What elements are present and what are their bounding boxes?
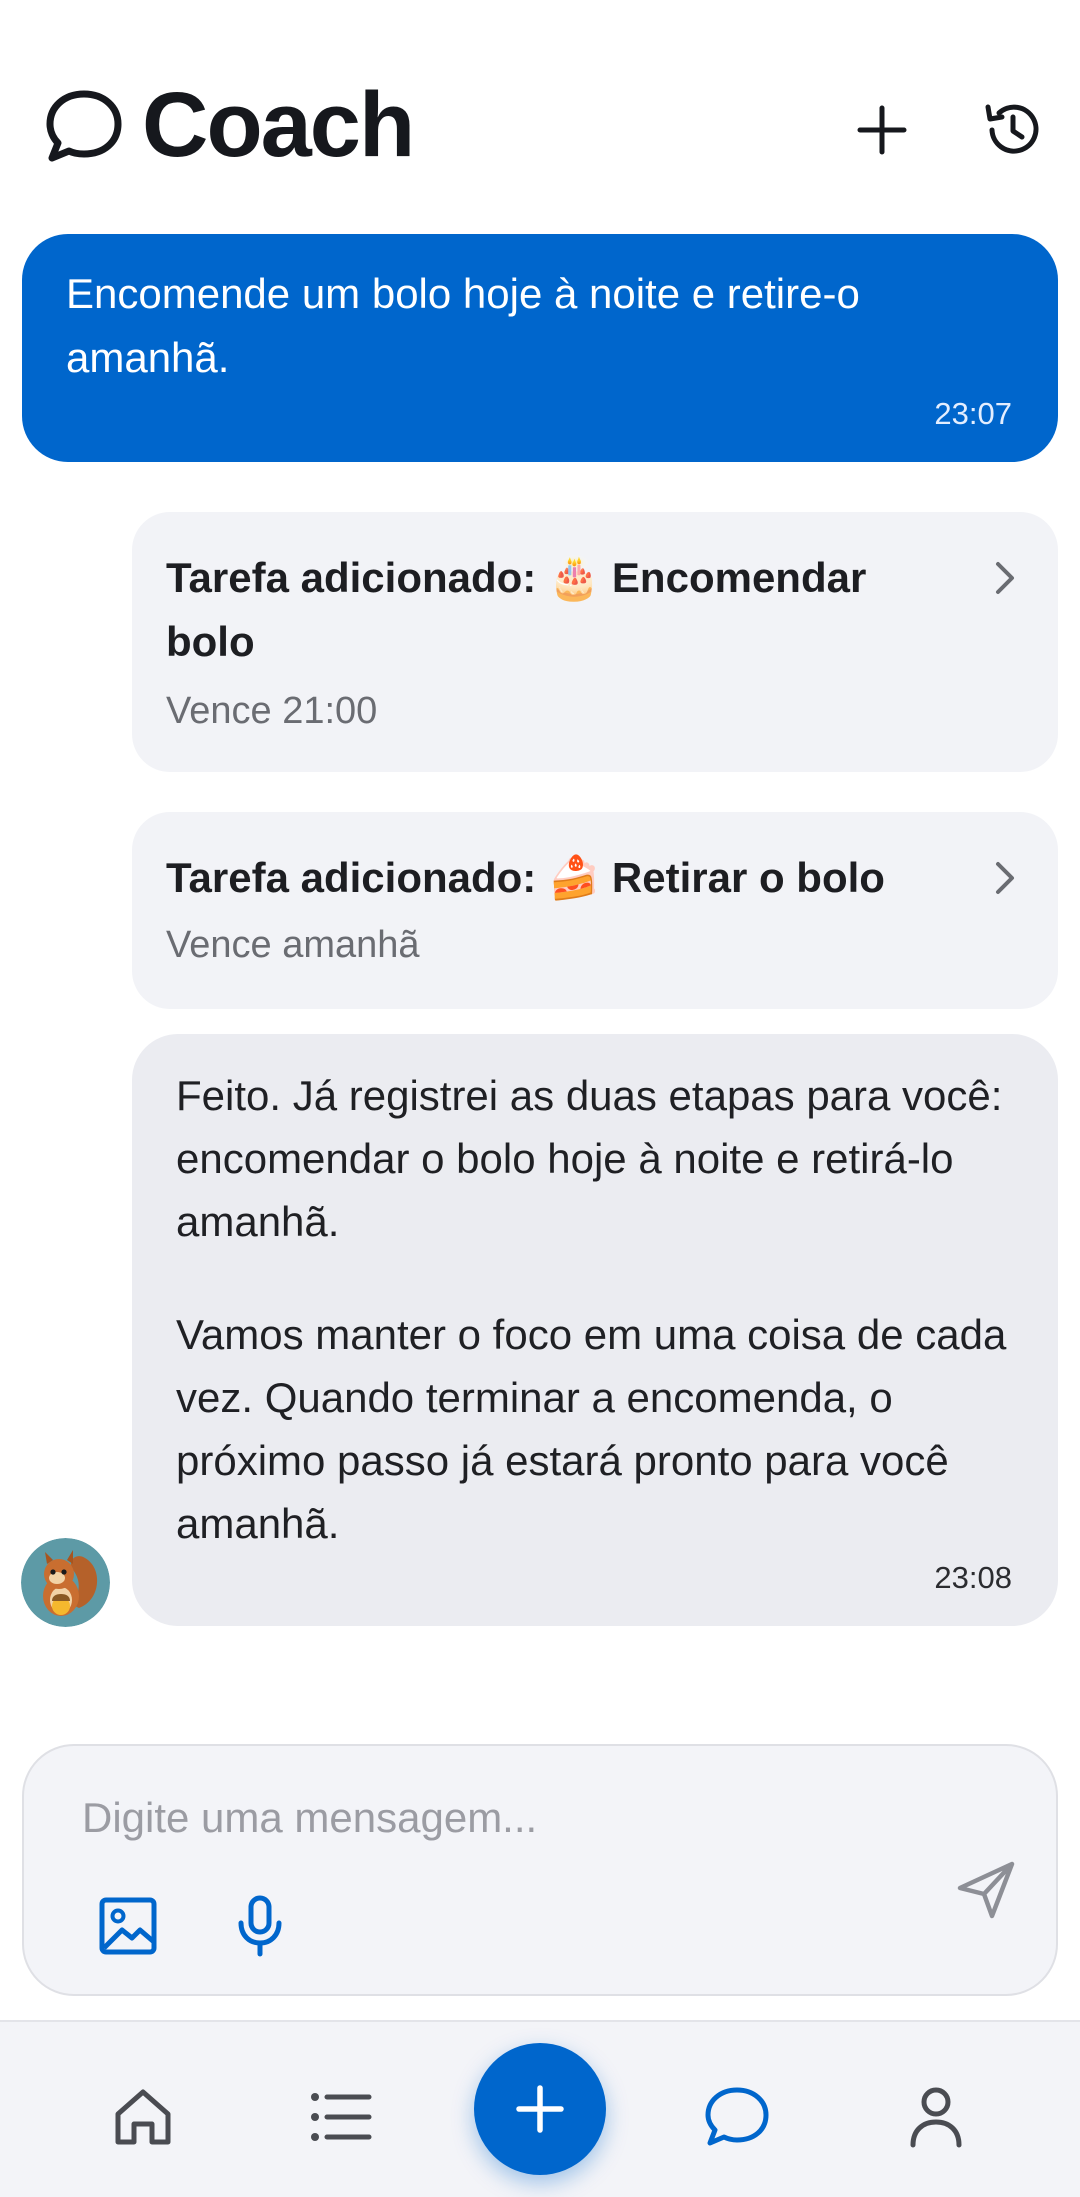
task-due: Vence 21:00 [166,690,378,732]
task-card-pickup-cake[interactable]: Tarefa adicionado: 🍰 Retirar o bolo Venc… [132,812,1058,1009]
plus-icon [516,2085,564,2133]
chevron-right-icon [996,562,1014,594]
nav-chat[interactable] [692,2072,782,2162]
new-chat-button[interactable] [837,85,927,175]
nav-profile[interactable] [891,2072,981,2162]
task-card-order-cake[interactable]: Tarefa adicionado: 🎂 Encomendar bolo Ven… [132,512,1058,772]
plus-icon [857,105,907,155]
bot-message-paragraph: Feito. Já registrei as duas etapas para … [176,1072,1003,1245]
add-task-fab[interactable] [474,2043,606,2175]
message-composer [22,1744,1058,1996]
task-due: Vence amanhã [166,924,420,966]
attach-image-button[interactable] [88,1886,168,1966]
user-message-time: 23:07 [934,396,1012,431]
home-icon [115,2089,171,2145]
chevron-right-icon [996,862,1014,894]
voice-input-button[interactable] [220,1886,300,1966]
chat-icon [705,2087,769,2146]
bot-message-time: 23:08 [934,1560,1012,1595]
profile-icon [910,2087,962,2148]
message-input[interactable] [80,1772,904,1864]
bot-message-bubble: Feito. Já registrei as duas etapas para … [132,1034,1058,1626]
app-header: Coach [0,0,1080,230]
user-message-bubble: Encomende um bolo hoje à noite e retire-… [22,234,1058,462]
page-title: Coach [142,74,415,176]
send-icon [957,1861,1015,1919]
image-icon [99,1897,157,1955]
microphone-icon [238,1895,282,1957]
task-title: Tarefa adicionado: 🎂 Encomendar bolo [166,554,867,665]
nav-home[interactable] [98,2072,188,2162]
squirrel-avatar [21,1538,110,1627]
chat-bubble-icon [46,90,122,162]
send-button[interactable] [946,1850,1026,1930]
task-title: Tarefa adicionado: 🍰 Retirar o bolo [166,854,885,901]
bot-message-paragraph: Vamos manter o foco em uma coisa de cada… [176,1311,1007,1547]
list-icon [311,2093,372,2141]
history-icon [985,104,1039,154]
history-button[interactable] [968,85,1058,175]
nav-tasks[interactable] [296,2072,386,2162]
user-message-text: Encomende um bolo hoje à noite e retire-… [66,270,860,381]
